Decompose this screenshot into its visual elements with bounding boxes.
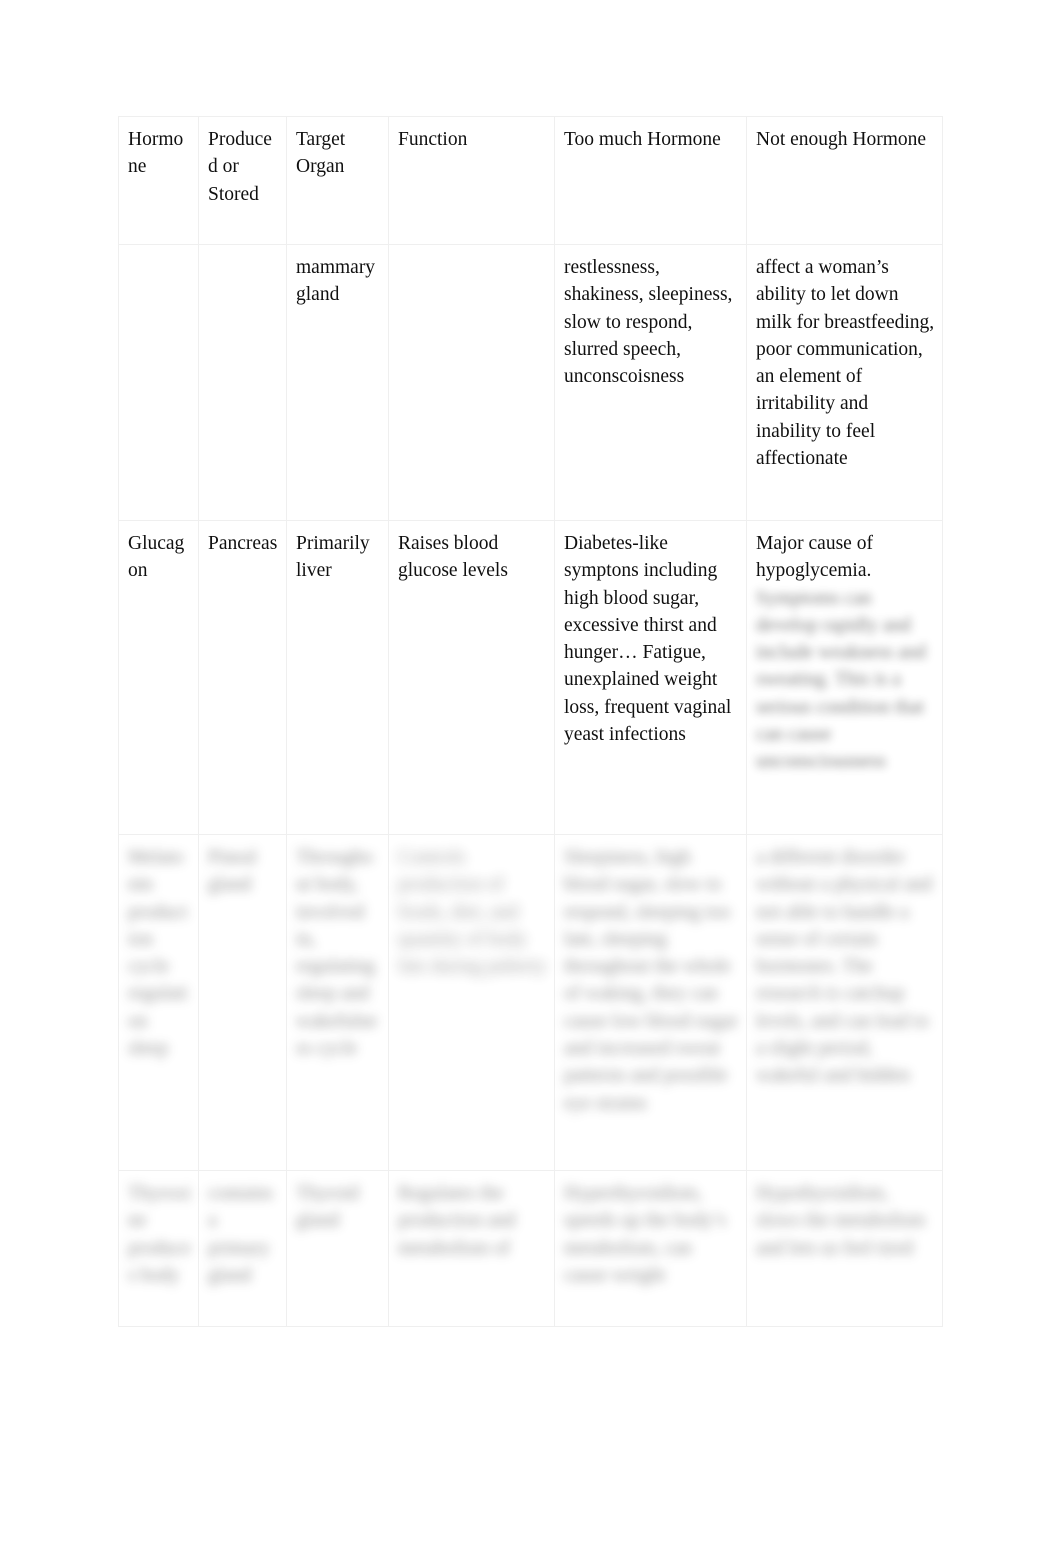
column-header-not-enough-hormone: Not enough Hormone bbox=[746, 116, 943, 245]
redacted-text: Melatonin production cycle regulation sl… bbox=[128, 847, 188, 1060]
column-header-produced-or-stored: Produced or Stored bbox=[198, 116, 287, 245]
cell-too-much-hormone: Hyperthyroidism, speeds up the body’s me… bbox=[554, 1170, 747, 1327]
column-header-function: Function bbox=[388, 116, 555, 245]
cell-too-much-hormone: Sleepiness, high blood sugar, slow to re… bbox=[554, 834, 747, 1171]
redacted-text: Controls production of foods, diet, and … bbox=[398, 847, 547, 978]
cell-function: Regulates the production and metabolism … bbox=[388, 1170, 555, 1327]
cell-too-much-hormone: restlessness, shakiness, sleepiness, slo… bbox=[554, 244, 747, 521]
cell-target-organ: Primarily liver bbox=[286, 520, 389, 835]
document-page: Hormone Produced or Stored Target Organ … bbox=[0, 0, 1062, 1561]
cell-function: Controls production of foods, diet, and … bbox=[388, 834, 555, 1171]
redacted-text: Hyperthyroidism, speeds up the body’s me… bbox=[564, 1183, 726, 1286]
table-row: mammary gland restlessness, shakiness, s… bbox=[118, 244, 943, 521]
cell-produced-or-stored: Pancreas bbox=[198, 520, 287, 835]
cell-too-much-hormone: Diabetes-like symptons including high bl… bbox=[554, 520, 747, 835]
cell-function bbox=[388, 244, 555, 521]
redacted-text: Thyroid gland bbox=[296, 1183, 359, 1232]
column-header-too-much-hormone-label: Too much Hormone bbox=[564, 129, 721, 150]
redacted-text: Hypothyroidism, slows the metabolism and… bbox=[756, 1183, 925, 1259]
hormone-table: Hormone Produced or Stored Target Organ … bbox=[118, 116, 943, 1327]
cell-target-organ: mammary gland bbox=[286, 244, 389, 521]
redacted-text: Sleepiness, high blood sugar, slow to re… bbox=[564, 847, 738, 1114]
table-row: Glucagon Pancreas Primarily liver Raises… bbox=[118, 520, 943, 835]
cell-produced-or-stored: contains a primary gland bbox=[198, 1170, 287, 1327]
cell-not-enough-hormone: affect a woman’s ability to let down mil… bbox=[746, 244, 943, 521]
table-header-row: Hormone Produced or Stored Target Organ … bbox=[118, 116, 943, 245]
cell-produced-or-stored: Pineal gland bbox=[198, 834, 287, 1171]
redacted-text: a different disorder without a physical … bbox=[756, 847, 933, 1087]
cell-not-enough-hormone: Major cause of hypoglycemia. Symptoms ca… bbox=[746, 520, 943, 835]
table-row: Thyroxine produces body contains a prima… bbox=[118, 1170, 943, 1327]
table-row: Melatonin production cycle regulation sl… bbox=[118, 834, 943, 1171]
cell-target-organ: Throughout body, involved in, regulating… bbox=[286, 834, 389, 1171]
cell-hormone: Glucagon bbox=[118, 520, 199, 835]
column-header-produced-or-stored-label: Produced or Stored bbox=[208, 129, 272, 205]
cell-not-enough-hormone: Hypothyroidism, slows the metabolism and… bbox=[746, 1170, 943, 1327]
cell-hormone: Melatonin production cycle regulation sl… bbox=[118, 834, 199, 1171]
cell-target-organ: Thyroid gland bbox=[286, 1170, 389, 1327]
redacted-text: Throughout body, involved in, regulating… bbox=[296, 847, 378, 1060]
column-header-not-enough-hormone-label: Not enough Hormone bbox=[756, 129, 927, 150]
cell-not-enough-hormone: a different disorder without a physical … bbox=[746, 834, 943, 1171]
redacted-text: Pineal gland bbox=[208, 847, 257, 896]
cell-hormone bbox=[118, 244, 199, 521]
cell-function: Raises blood glucose levels bbox=[388, 520, 555, 835]
column-header-hormone-label: Hormone bbox=[128, 129, 184, 178]
cell-produced-or-stored bbox=[198, 244, 287, 521]
redacted-text: Regulates the production and metabolism … bbox=[398, 1183, 516, 1259]
redacted-text: contains a primary gland bbox=[208, 1183, 273, 1286]
column-header-hormone: Hormone bbox=[118, 116, 199, 245]
cell-hormone: Thyroxine produces body bbox=[118, 1170, 199, 1327]
redacted-text: Symptoms can develop rapidly and include… bbox=[756, 587, 927, 773]
column-header-too-much-hormone: Too much Hormone bbox=[554, 116, 747, 245]
column-header-target-organ: Target Organ bbox=[286, 116, 389, 245]
redacted-text: Thyroxine produces body bbox=[128, 1183, 191, 1286]
hormone-table-container: Hormone Produced or Stored Target Organ … bbox=[118, 116, 943, 1327]
column-header-target-organ-label: Target Organ bbox=[296, 129, 346, 178]
column-header-function-label: Function bbox=[398, 129, 468, 150]
